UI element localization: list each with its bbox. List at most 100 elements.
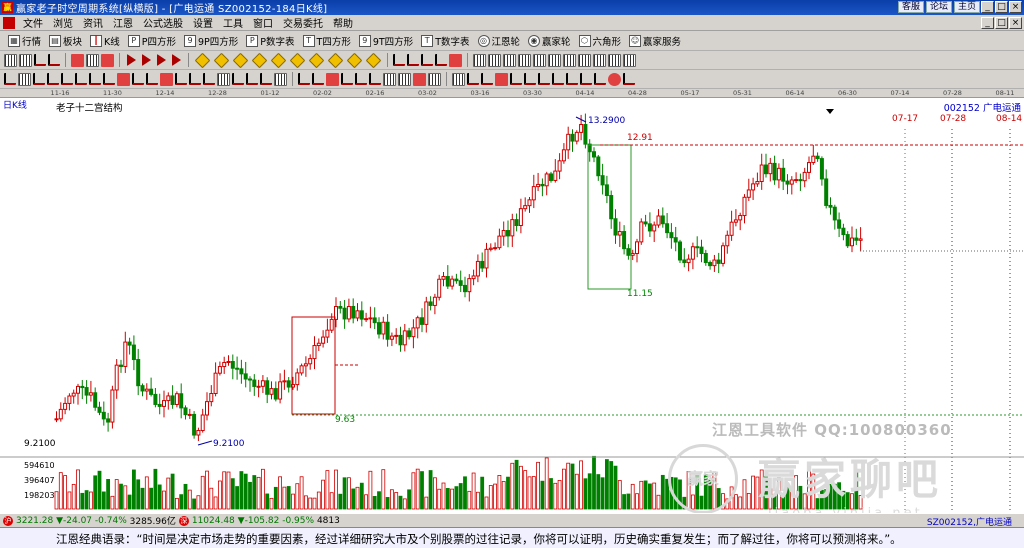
next-icon[interactable] (142, 54, 151, 66)
menu-browse[interactable]: 浏览 (48, 15, 78, 30)
menu-help[interactable]: 帮助 (328, 15, 358, 30)
analysis-tool-11-icon[interactable] (146, 73, 158, 85)
analysis-tool-15-icon[interactable] (203, 73, 215, 85)
bars-tool-icon[interactable] (86, 53, 99, 67)
analysis-tool-13-icon[interactable] (175, 73, 187, 85)
analysis-tool-9-icon[interactable] (117, 72, 130, 86)
cross-tool-icon[interactable] (407, 54, 419, 66)
analysis-tool-8-icon[interactable] (103, 73, 115, 85)
pen-tool-icon[interactable] (34, 54, 46, 66)
analysis-tool-35-icon[interactable] (510, 73, 522, 85)
sector-button[interactable]: ▤ 板块 (45, 33, 86, 49)
mdi-minimize-button[interactable]: _ (981, 17, 994, 29)
prev-icon[interactable] (127, 54, 136, 66)
analysis-tool-30-icon[interactable] (428, 72, 441, 86)
homepage-link[interactable]: 主页 (953, 1, 980, 13)
mdi-close-button[interactable]: × (1009, 17, 1022, 29)
analysis-tool-24-icon[interactable] (341, 73, 353, 85)
diamond-tool-4-icon[interactable] (251, 52, 268, 68)
maximize-button[interactable]: □ (995, 1, 1008, 13)
analysis-tool-22-icon[interactable] (312, 73, 324, 85)
grid-tool-5-icon[interactable] (533, 53, 546, 67)
analysis-tool-3-icon[interactable] (33, 73, 45, 85)
9t-square-button[interactable]: 9 9T四方形 (355, 33, 417, 49)
analysis-tool-12-icon[interactable] (160, 72, 173, 86)
sz-index-value[interactable]: 11024.48 (192, 516, 235, 526)
diamond-tool-9-icon[interactable] (346, 52, 363, 68)
analysis-tool-16-icon[interactable] (217, 72, 230, 86)
menu-tools[interactable]: 工具 (218, 15, 248, 30)
analysis-tool-34-icon[interactable] (495, 72, 508, 86)
gann-wheel-button[interactable]: ◎ 江恩轮 (474, 33, 525, 49)
9p-square-button[interactable]: 9 9P四方形 (180, 33, 242, 49)
zoom-tool-icon[interactable] (71, 53, 84, 67)
forward-icon[interactable] (172, 54, 181, 66)
diamond-tool-10-icon[interactable] (365, 52, 382, 68)
ray-tool-icon[interactable] (435, 54, 447, 66)
diamond-tool-1-icon[interactable] (194, 52, 211, 68)
grid-tool-11-icon[interactable] (623, 53, 636, 67)
hexagon-button[interactable]: ⬡ 六角形 (575, 33, 626, 49)
diamond-tool-5-icon[interactable] (270, 52, 287, 68)
winner-wheel-button[interactable]: ◉ 赢家轮 (524, 33, 575, 49)
t-square-button[interactable]: T T四方形 (299, 33, 355, 49)
grid-tool-2-icon[interactable] (488, 53, 501, 67)
analysis-tool-14-icon[interactable] (189, 73, 201, 85)
grid-tool-9-icon[interactable] (593, 53, 606, 67)
analysis-tool-38-icon[interactable] (552, 73, 564, 85)
sh-index-value[interactable]: 3221.28 (16, 516, 53, 526)
analysis-tool-33-icon[interactable] (481, 73, 493, 85)
customer-service-link[interactable]: 客服 (897, 1, 924, 13)
grid-tool-4-icon[interactable] (518, 53, 531, 67)
p-square-button[interactable]: P P四方形 (124, 33, 180, 49)
close-button[interactable]: × (1009, 1, 1022, 13)
analysis-tool-5-icon[interactable] (61, 73, 73, 85)
color-tool-icon[interactable] (608, 72, 621, 86)
analysis-tool-28-icon[interactable] (398, 72, 411, 86)
erase-tool-icon[interactable] (449, 53, 462, 67)
analysis-tool-41-icon[interactable] (594, 73, 606, 85)
mark-tool-icon[interactable] (101, 53, 114, 67)
grid-tool-10-icon[interactable] (608, 53, 621, 67)
diamond-tool-3-icon[interactable] (232, 52, 249, 68)
mdi-restore-button[interactable]: □ (995, 17, 1008, 29)
analysis-tool-1-icon[interactable] (4, 73, 16, 85)
analysis-tool-4-icon[interactable] (47, 73, 59, 85)
menu-gann[interactable]: 江恩 (108, 15, 138, 30)
diamond-tool-2-icon[interactable] (213, 52, 230, 68)
analysis-tool-19-icon[interactable] (260, 73, 272, 85)
analysis-tool-23-icon[interactable] (326, 72, 339, 86)
menu-news[interactable]: 资讯 (78, 15, 108, 30)
hand-tool-icon[interactable] (393, 54, 405, 66)
forum-link[interactable]: 论坛 (925, 1, 952, 13)
analysis-tool-26-icon[interactable] (369, 73, 381, 85)
p-number-button[interactable]: P P数字表 (242, 33, 298, 49)
analysis-tool-32-icon[interactable] (467, 73, 479, 85)
analysis-tool-39-icon[interactable] (566, 73, 578, 85)
brush-tool-icon[interactable] (48, 54, 60, 66)
grid-tool-6-icon[interactable] (548, 53, 561, 67)
layout-tool-icon[interactable] (4, 53, 17, 67)
grid-tool-8-icon[interactable] (578, 53, 591, 67)
menu-formula[interactable]: 公式选股 (138, 15, 188, 30)
columns-tool-icon[interactable] (19, 53, 32, 67)
grid-tool-3-icon[interactable] (503, 53, 516, 67)
t-number-button[interactable]: T T数字表 (417, 33, 473, 49)
analysis-tool-40-icon[interactable] (580, 73, 592, 85)
link-tool-icon[interactable] (623, 73, 635, 85)
diamond-tool-8-icon[interactable] (327, 52, 344, 68)
diamond-tool-7-icon[interactable] (308, 52, 325, 68)
analysis-tool-2-icon[interactable] (18, 72, 31, 86)
kline-chart[interactable]: 11-16 11-30 12-14 12-28 01-12 02-02 02-16 03-02… (0, 89, 1024, 521)
analysis-tool-25-icon[interactable] (355, 73, 367, 85)
analysis-tool-18-icon[interactable] (246, 73, 258, 85)
grid-tool-7-icon[interactable] (563, 53, 576, 67)
service-button[interactable]: ☺ 赢家服务 (625, 33, 685, 49)
analysis-tool-20-icon[interactable] (274, 72, 287, 86)
analysis-tool-17-icon[interactable] (232, 73, 244, 85)
analysis-tool-21-icon[interactable] (298, 73, 310, 85)
minimize-button[interactable]: _ (981, 1, 994, 13)
kline-button[interactable]: ┃ K线 (86, 33, 124, 49)
menu-trade[interactable]: 交易委托 (278, 15, 328, 30)
diamond-tool-6-icon[interactable] (289, 52, 306, 68)
